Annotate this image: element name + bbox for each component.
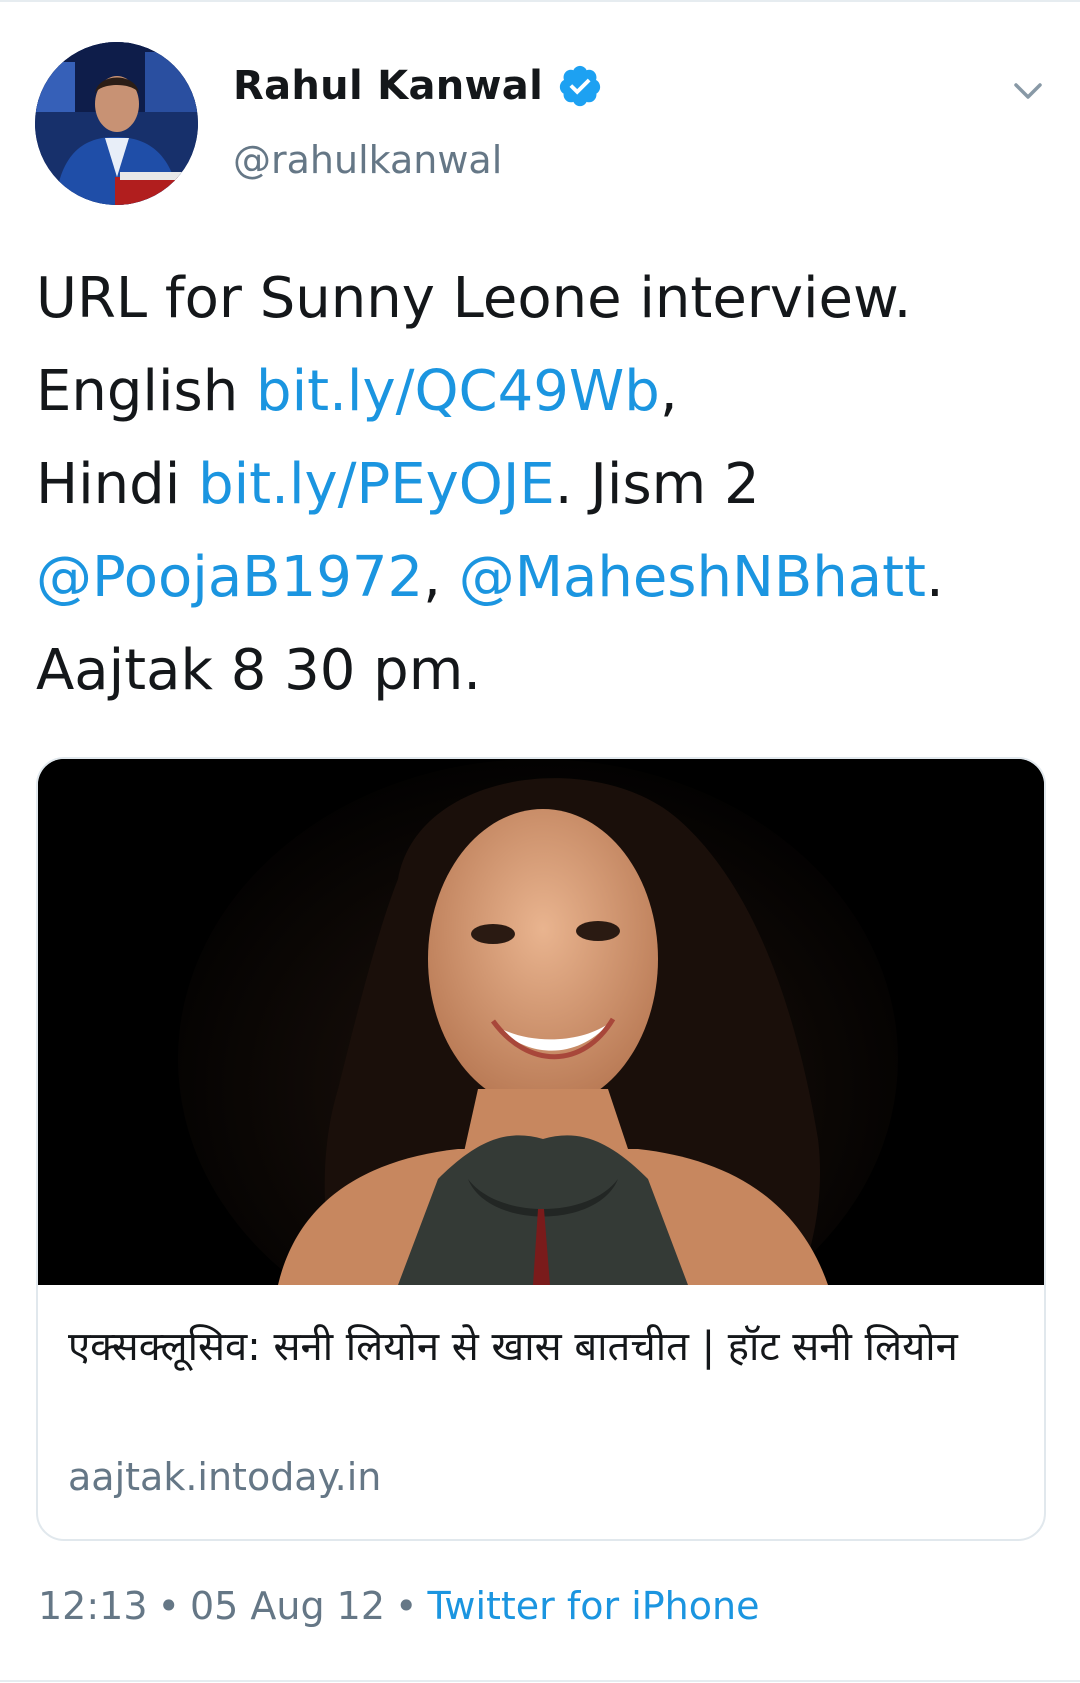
tweet-text-line-4: @PoojaB1972, @MaheshNBhatt.: [36, 531, 1036, 624]
meta-separator: •: [395, 1584, 418, 1628]
card-domain: aajtak.intoday.in: [68, 1455, 382, 1499]
tweet-text-segment: English: [36, 359, 257, 424]
top-divider: [0, 0, 1080, 2]
tweet-text-segment: Aajtak 8 30 pm.: [36, 638, 482, 703]
link-preview-card[interactable]: एक्सक्लूसिव: सनी लियोन से खास बातचीत | ह…: [36, 757, 1046, 1541]
tweet-text-line-3: Hindi bit.ly/PEyOJE. Jism 2: [36, 438, 1036, 531]
author-name-row[interactable]: Rahul Kanwal: [233, 56, 603, 116]
tweet-text: URL for Sunny Leone interview. English b…: [36, 252, 1036, 717]
verified-badge-icon: [557, 63, 603, 109]
mention-poojab1972-link[interactable]: @PoojaB1972: [36, 545, 423, 610]
tweet-text-segment: URL for Sunny Leone interview.: [36, 266, 912, 331]
avatar[interactable]: [35, 42, 198, 205]
card-image[interactable]: [38, 759, 1044, 1285]
tweet-text-segment: . Jism 2: [554, 452, 760, 517]
tweet-text-segment: .: [926, 545, 944, 610]
tweet-metadata: 12:13 • 05 Aug 12 • Twitter for iPhone: [38, 1584, 759, 1628]
hindi-url-link[interactable]: bit.ly/PEyOJE: [198, 452, 555, 517]
tweet-text-line-1: URL for Sunny Leone interview.: [36, 252, 1036, 345]
chevron-down-icon[interactable]: [1008, 70, 1048, 110]
tweet-text-segment: Hindi: [36, 452, 199, 517]
tweet-date: 05 Aug 12: [189, 1584, 386, 1628]
tweet-text-line-2: English bit.ly/QC49Wb,: [36, 345, 1036, 438]
tweet-source-link[interactable]: Twitter for iPhone: [427, 1584, 759, 1628]
mention-maheshnbhatt-link[interactable]: @MaheshNBhatt: [459, 545, 926, 610]
card-title[interactable]: एक्सक्लूसिव: सनी लियोन से खास बातचीत | ह…: [68, 1312, 1018, 1382]
meta-separator: •: [157, 1584, 180, 1628]
bottom-divider: [0, 1680, 1080, 1682]
tweet-text-line-5: Aajtak 8 30 pm.: [36, 624, 1036, 717]
english-url-link[interactable]: bit.ly/QC49Wb: [256, 359, 660, 424]
tweet-time: 12:13: [38, 1584, 148, 1628]
display-name[interactable]: Rahul Kanwal: [233, 63, 543, 109]
tweet-text-segment: ,: [659, 359, 678, 424]
tweet-text-segment: ,: [423, 545, 459, 610]
author-handle[interactable]: @rahulkanwal: [233, 138, 502, 182]
